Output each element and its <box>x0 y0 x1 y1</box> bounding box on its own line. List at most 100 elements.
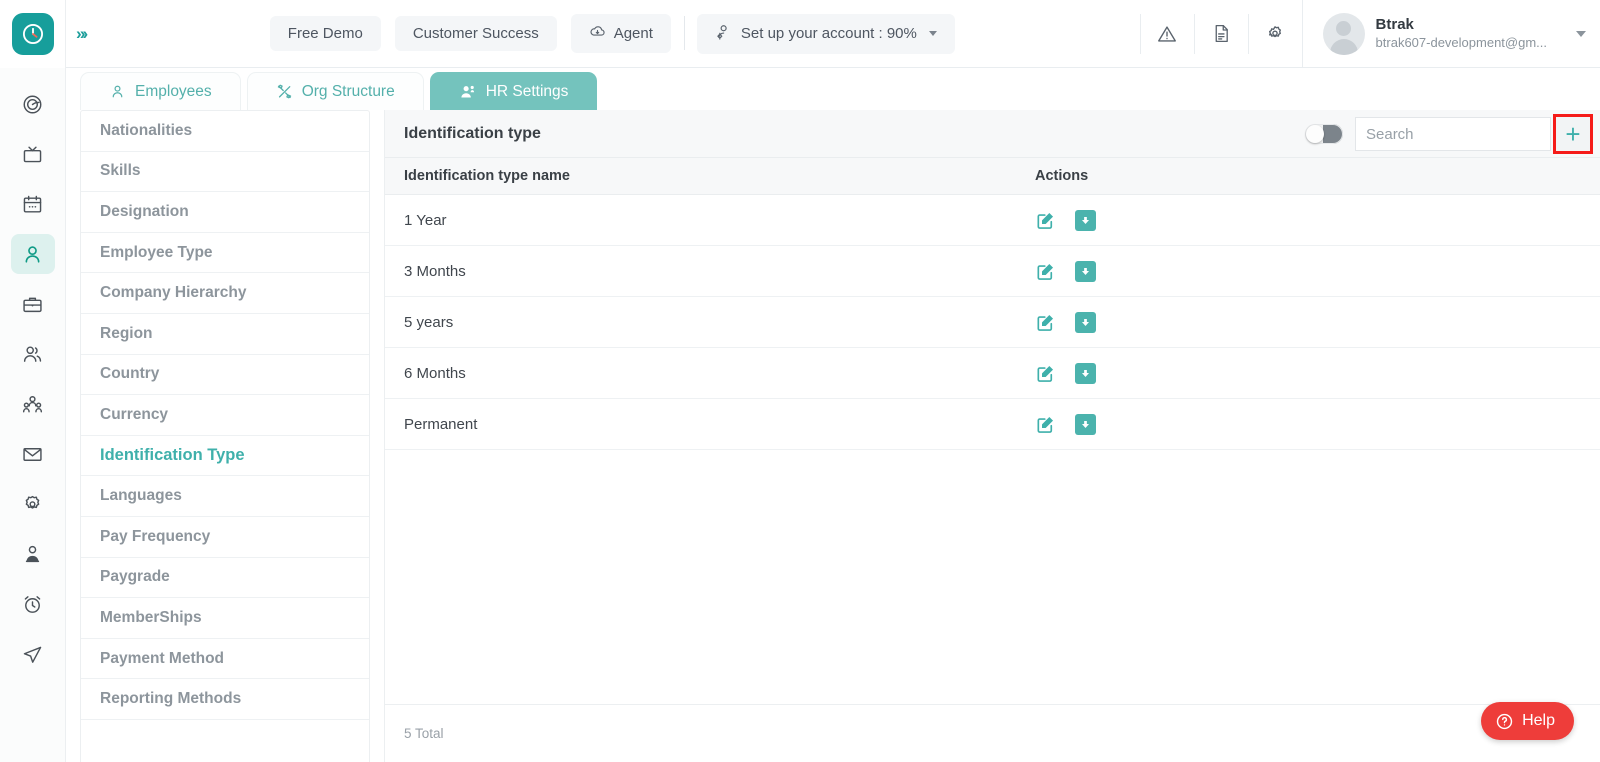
tab-org-structure-label: Org Structure <box>301 82 395 100</box>
sidebar-item-country[interactable]: Country <box>81 355 369 396</box>
chevron-down-icon[interactable] <box>1576 30 1586 37</box>
panel-header-tools: + <box>1305 110 1600 158</box>
edit-icon[interactable] <box>1035 261 1056 282</box>
row-name: 1 Year <box>404 211 447 229</box>
user-gear-icon <box>715 23 733 45</box>
sidebar-item-label: Identification Type <box>100 446 245 465</box>
sidebar-item-identification-type[interactable]: Identification Type <box>81 436 369 477</box>
help-button[interactable]: Help <box>1481 702 1574 740</box>
sidebar-item-label: Country <box>100 365 160 383</box>
tab-hr-settings[interactable]: HR Settings <box>429 72 598 110</box>
sidebar-item-memberships[interactable]: MemberShips <box>81 598 369 639</box>
tab-employees-label: Employees <box>135 82 212 100</box>
person-icon <box>112 85 123 98</box>
sidebar-item-region[interactable]: Region <box>81 314 369 355</box>
sidebar-item-designation[interactable]: Designation <box>81 192 369 233</box>
sidebar-item-languages[interactable]: Languages <box>81 476 369 517</box>
clock-logo-icon[interactable] <box>11 12 54 55</box>
sidebar-item-company-hierarchy[interactable]: Company Hierarchy <box>81 273 369 314</box>
user-email: btrak607-development@gm... <box>1375 34 1547 50</box>
column-header-actions: Actions <box>1035 168 1089 184</box>
sidebar-item-label: Region <box>100 324 153 342</box>
tab-org-structure[interactable]: Org Structure <box>246 72 424 110</box>
sidebar-item-label: Pay Frequency <box>100 527 211 545</box>
table-row[interactable]: 5 years <box>385 297 1600 348</box>
briefcase-icon[interactable] <box>11 284 55 324</box>
row-actions <box>1035 260 1600 282</box>
sidebar-item-label: MemberShips <box>100 608 202 626</box>
two-people-icon[interactable] <box>11 334 55 374</box>
table-row[interactable]: 6 Months <box>385 348 1600 399</box>
user-badge-icon[interactable] <box>11 534 55 574</box>
archive-icon[interactable] <box>1075 209 1096 231</box>
sidebar-item-currency[interactable]: Currency <box>81 395 369 436</box>
user-menu[interactable]: Btrak btrak607-development@gm... <box>1301 0 1600 68</box>
table-footer: 5 Total <box>385 704 1600 762</box>
sidebar-item-payment-method[interactable]: Payment Method <box>81 639 369 680</box>
settings-gear-icon[interactable] <box>11 484 55 524</box>
edit-icon[interactable] <box>1035 363 1056 384</box>
sidebar-item-label: Designation <box>100 202 189 220</box>
table-row[interactable]: Permanent <box>385 399 1600 450</box>
sidebar-item-skills[interactable]: Skills <box>81 152 369 193</box>
hr-settings-menu: Nationalities Skills Designation Employe… <box>80 110 370 762</box>
body: Employees Org Structure HR Settings Nati… <box>0 68 1600 762</box>
app-root: »› Free Demo Customer Success Agent Set … <box>0 0 1600 762</box>
user-name: Btrak <box>1375 16 1414 33</box>
table-row[interactable]: 1 Year <box>385 195 1600 246</box>
edit-icon[interactable] <box>1035 312 1056 333</box>
free-demo-button[interactable]: Free Demo <box>269 16 381 51</box>
tv-screen-icon[interactable] <box>11 134 55 174</box>
calendar-icon[interactable] <box>11 184 55 224</box>
toggle-knob <box>1306 125 1324 143</box>
customer-success-button[interactable]: Customer Success <box>394 16 557 51</box>
account-setup-button[interactable]: Set up your account : 90% <box>683 13 955 54</box>
sidebar-item-pay-frequency[interactable]: Pay Frequency <box>81 517 369 558</box>
edit-icon[interactable] <box>1035 210 1056 231</box>
archive-icon[interactable] <box>1075 362 1096 384</box>
chevron-down-icon[interactable] <box>928 31 937 36</box>
row-name: 3 Months <box>404 262 466 280</box>
archive-icon[interactable] <box>1075 311 1096 333</box>
hr-settings-menu-scroll[interactable]: Nationalities Skills Designation Employe… <box>81 111 369 720</box>
column-header-name: Identification type name <box>404 168 570 184</box>
sidebar-item-label: Skills <box>100 162 141 180</box>
row-actions <box>1035 362 1600 384</box>
row-actions <box>1035 311 1600 333</box>
account-setup-label: Set up your account : 90% <box>740 25 917 42</box>
help-label: Help <box>1522 712 1555 729</box>
free-demo-label: Free Demo <box>287 25 363 42</box>
archive-icon[interactable] <box>1075 260 1096 282</box>
top-bar-actions: Free Demo Customer Success Agent Set up … <box>85 13 1139 54</box>
row-name: 6 Months <box>404 364 466 382</box>
search-input[interactable] <box>1355 117 1551 151</box>
sidebar-item-reporting-methods[interactable]: Reporting Methods <box>81 679 369 720</box>
mail-envelope-icon[interactable] <box>11 434 55 474</box>
table-row[interactable]: 3 Months <box>385 246 1600 297</box>
status-toggle[interactable] <box>1305 124 1343 144</box>
gear-icon[interactable] <box>1247 13 1302 54</box>
sidebar-item-employee-type[interactable]: Employee Type <box>81 233 369 274</box>
tab-strip: Employees Org Structure HR Settings <box>66 68 1600 110</box>
group-people-icon[interactable] <box>11 384 55 424</box>
tab-employees[interactable]: Employees <box>80 72 241 110</box>
alarm-clock-icon[interactable] <box>11 584 55 624</box>
sidebar-item-paygrade[interactable]: Paygrade <box>81 558 369 599</box>
brand-zone <box>0 0 66 68</box>
sidebar-expand-icon[interactable]: »› <box>76 25 88 42</box>
warning-triangle-icon[interactable] <box>1139 13 1194 54</box>
person-icon[interactable] <box>10 234 55 274</box>
sidebar-item-label: Nationalities <box>100 121 193 139</box>
people-gear-icon <box>461 85 474 98</box>
sidebar-item-nationalities[interactable]: Nationalities <box>81 111 369 152</box>
archive-icon[interactable] <box>1075 413 1096 435</box>
tab-hr-settings-label: HR Settings <box>485 82 569 100</box>
top-bar-right: Btrak btrak607-development@gm... <box>1139 0 1600 68</box>
dashboard-target-icon[interactable] <box>11 84 55 124</box>
agent-button[interactable]: Agent <box>570 14 671 53</box>
total-count-label: 5 Total <box>404 726 444 741</box>
send-paper-plane-icon[interactable] <box>11 634 55 674</box>
document-icon[interactable] <box>1193 13 1248 54</box>
edit-icon[interactable] <box>1035 414 1056 435</box>
add-button[interactable]: + <box>1553 114 1593 154</box>
